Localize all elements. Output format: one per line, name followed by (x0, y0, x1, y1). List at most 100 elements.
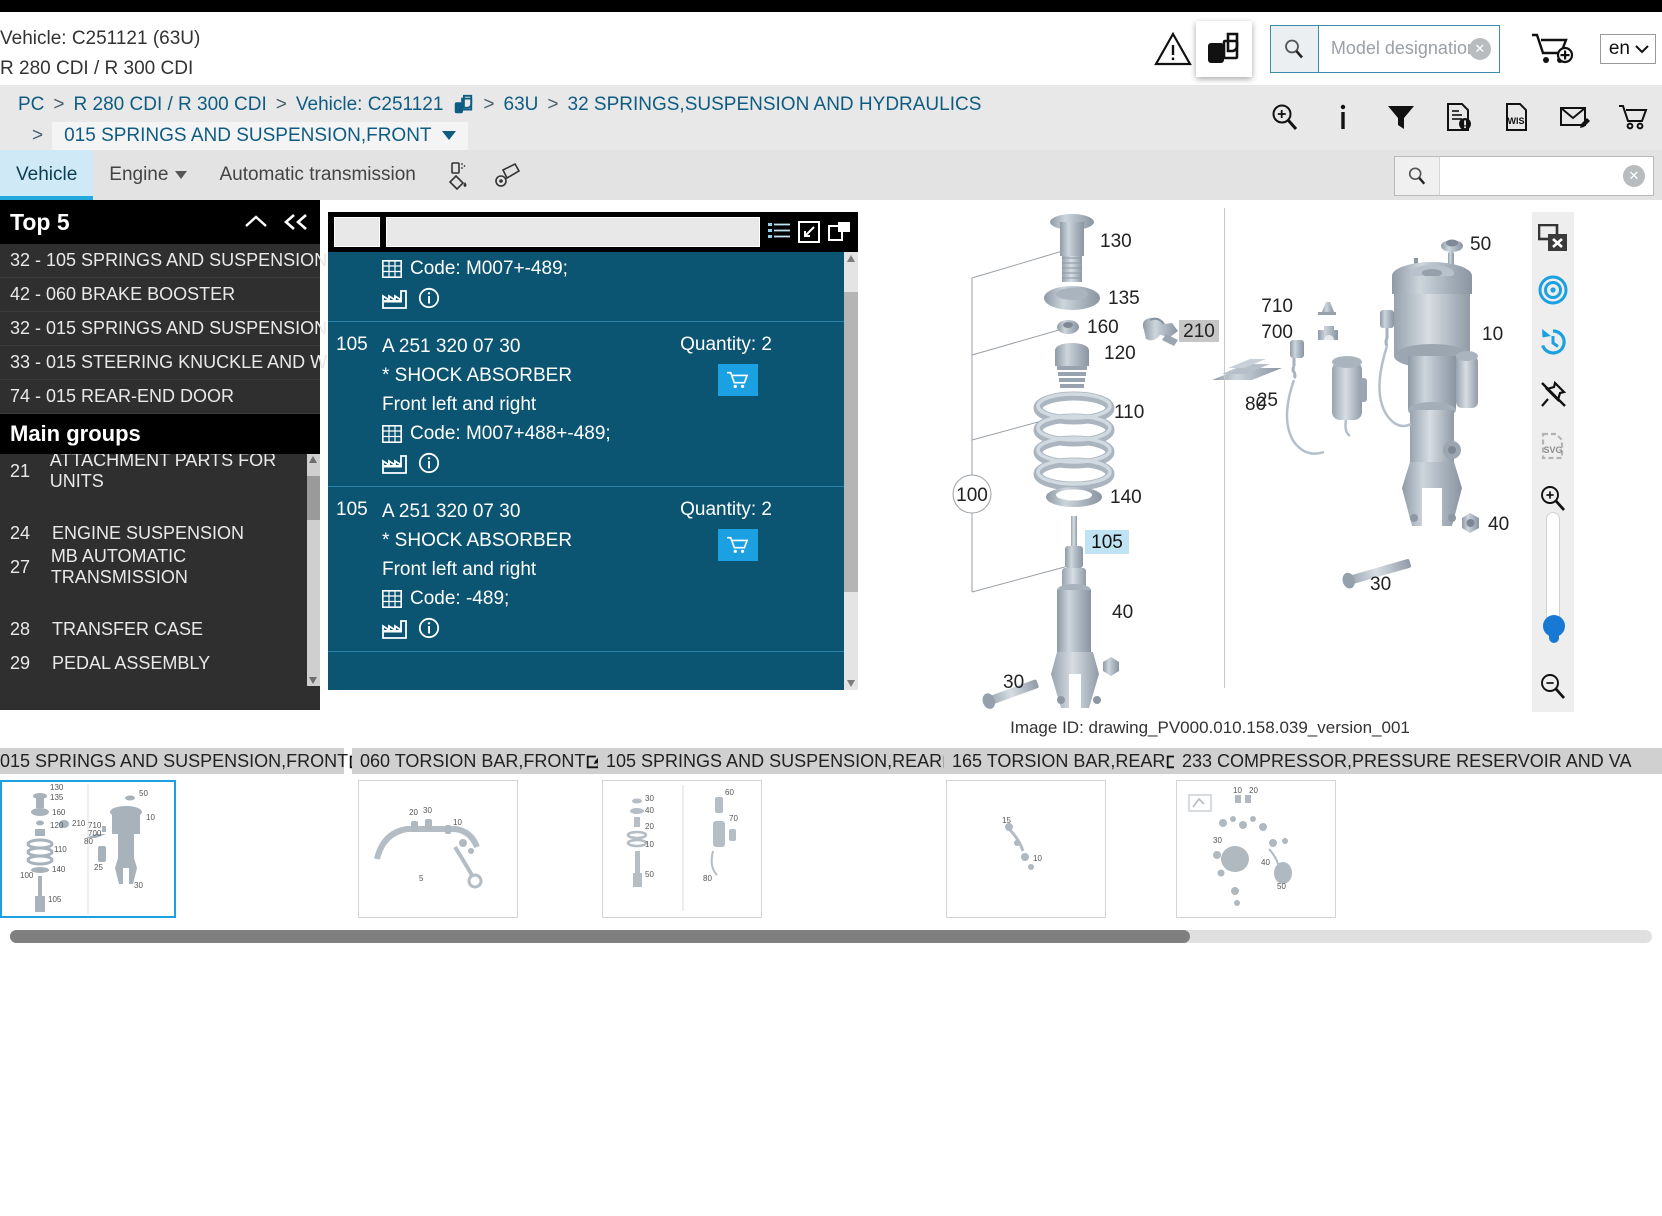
add-to-cart-button[interactable] (718, 529, 758, 561)
cart-add-icon[interactable] (1522, 19, 1582, 79)
sidebar-item-top5-0[interactable]: 32 - 105 SPRINGS AND SUSPENSION,... (0, 244, 347, 278)
factory-icon[interactable] (382, 617, 408, 639)
detach-window-icon[interactable] (828, 221, 852, 243)
zoom-out-icon[interactable] (1532, 660, 1574, 712)
info-icon[interactable] (1326, 97, 1360, 137)
parts-search-box[interactable] (386, 217, 760, 247)
thumbnail-card-2[interactable]: 105 SPRINGS AND SUSPENSION,REAR 30 40 20… (598, 748, 961, 918)
thumbnail-card-4[interactable]: 233 COMPRESSOR,PRESSURE RESERVOIR AND VA (1174, 748, 1662, 918)
thumbnail-image[interactable]: 15 10 (946, 780, 1106, 918)
sidebar-item-group-28[interactable]: 28 TRANSFER CASE (0, 612, 320, 646)
history-undo-icon[interactable] (1532, 316, 1574, 368)
paint-bucket-icon[interactable] (446, 160, 476, 190)
svg-text:110: 110 (1114, 402, 1144, 423)
sidebar-item-top5-3[interactable]: 33 - 015 STEERING KNUCKLE AND WH... (0, 346, 355, 380)
parts-diagram[interactable]: 100 130 135 160 120 110 140 105 40 30 21… (860, 200, 1532, 712)
tab-vehicle[interactable]: Vehicle (0, 150, 94, 200)
scrollbar-thumb[interactable] (307, 476, 320, 520)
list-view-icon[interactable] (768, 222, 790, 242)
group-label: PEDAL ASSEMBLY (52, 652, 211, 673)
sidebar-item-group-29[interactable]: 29 PEDAL ASSEMBLY (0, 646, 320, 680)
thumbnail-image[interactable]: 30 40 20 10 50 60 70 80 (602, 780, 762, 918)
sidebar-item-top5-1[interactable]: 42 - 060 BRAKE BOOSTER (0, 278, 320, 312)
clear-model-search-icon[interactable]: ✕ (1468, 37, 1491, 60)
info-circle-icon[interactable] (418, 617, 440, 639)
scroll-up-arrow-icon[interactable] (309, 456, 317, 463)
scrollbar-thumb[interactable] (10, 930, 1190, 943)
document-alert-icon[interactable] (1442, 97, 1476, 137)
sidebar-item-top5-4[interactable]: 74 - 015 REAR-END DOOR (0, 380, 320, 414)
factory-icon[interactable] (382, 452, 408, 474)
group-number: 28 (10, 618, 31, 639)
chevron-double-left-icon[interactable] (282, 213, 310, 231)
breadcrumb-copy-icon[interactable] (452, 94, 474, 116)
clear-search-icon[interactable]: ✕ (1623, 165, 1645, 187)
breadcrumb-item-4[interactable]: 32 SPRINGS,SUSPENSION AND HYDRAULICS (568, 94, 982, 116)
thumbnail-image[interactable]: 20 30 10 5 (358, 780, 518, 918)
scrollbar-thumb[interactable] (844, 292, 858, 592)
breadcrumb-current-label: 015 SPRINGS AND SUSPENSION,FRONT (64, 124, 432, 146)
thumbnail-image[interactable]: 10 20 30 40 50 (1176, 780, 1336, 918)
filter-icon[interactable] (1384, 97, 1418, 137)
factory-icon[interactable] (382, 287, 408, 309)
sidebar-item-group-21[interactable]: 21 ATTACHMENT PARTS FOR UNITS (0, 454, 320, 491)
part-row-partial[interactable]: Code: M007+-489; (328, 252, 858, 322)
thumbnail-card-3[interactable]: 165 TORSION BAR,REAR 15 10 (944, 748, 1184, 918)
sidebar-scrollbar[interactable] (307, 454, 320, 686)
svg-text:120: 120 (1104, 343, 1136, 364)
svg-text:25: 25 (94, 863, 103, 872)
global-search-input[interactable]: ✕ (1440, 157, 1653, 195)
sidebar-item-group-24[interactable]: 24 ENGINE SUSPENSION (0, 516, 320, 550)
scroll-down-arrow-icon[interactable] (846, 680, 855, 687)
part-row[interactable]: 105 A 251 320 07 30 * SHOCK ABSORBER Fro… (328, 487, 858, 652)
sidebar-item-group-27[interactable]: 27 MB AUTOMATIC TRANSMISSION (0, 546, 320, 587)
diagram-svg[interactable]: 100 130 135 160 120 110 140 105 40 30 21… (860, 200, 1532, 712)
copy-documents-icon[interactable] (1195, 20, 1252, 77)
expand-icon[interactable] (798, 221, 820, 243)
part-row[interactable]: 105 A 251 320 07 30 * SHOCK ABSORBER Fro… (328, 322, 858, 487)
model-designation-search[interactable]: Model designation ✕ (1269, 24, 1500, 73)
language-select[interactable]: en (1599, 33, 1656, 64)
zoom-slider[interactable] (1543, 512, 1565, 643)
unpin-icon[interactable] (1532, 368, 1574, 420)
warning-triangle-icon[interactable] (1150, 26, 1196, 72)
cart-icon[interactable] (1616, 97, 1650, 137)
thumbnail-image[interactable]: 130 135 160 120 110 140 210 100 105 50 1… (0, 780, 176, 918)
thumbnail-card-1[interactable]: 060 TORSION BAR,FRONT 20 30 10 5 (352, 748, 604, 918)
diagram-tools: SVG (1532, 212, 1574, 712)
parts-list-body: Code: M007+-489; 105 A 251 320 07 30 * S… (328, 252, 858, 690)
grid-icon (382, 259, 402, 278)
zoom-slider-handle[interactable] (1543, 615, 1565, 643)
close-window-icon[interactable] (1532, 212, 1574, 264)
svg-export-icon[interactable]: SVG (1532, 420, 1574, 472)
breadcrumb-item-2[interactable]: Vehicle: C251121 (296, 94, 444, 116)
add-to-cart-button[interactable] (718, 364, 758, 396)
drawing-thumbnail-strip: 015 SPRINGS AND SUSPENSION,FRONT 130 135… (0, 748, 1662, 926)
svg-text:105: 105 (1091, 532, 1123, 553)
horizontal-scrollbar[interactable] (10, 930, 1652, 943)
thumbnail-card-0[interactable]: 015 SPRINGS AND SUSPENSION,FRONT 130 135… (0, 748, 367, 918)
info-circle-icon[interactable] (418, 287, 440, 309)
parts-filter-box[interactable] (334, 217, 380, 247)
target-icon[interactable] (1532, 264, 1574, 316)
breadcrumb-item-3[interactable]: 63U (504, 94, 539, 116)
breadcrumb-item-0[interactable]: PC (18, 94, 44, 116)
chevron-up-icon[interactable] (244, 214, 268, 230)
scroll-up-arrow-icon[interactable] (846, 255, 855, 262)
info-circle-icon[interactable] (418, 452, 440, 474)
scroll-down-arrow-icon[interactable] (309, 677, 317, 684)
top5-title: Top 5 (10, 208, 70, 235)
global-search[interactable]: ✕ (1394, 156, 1654, 196)
mail-edit-icon[interactable] (1558, 97, 1592, 137)
tab-engine[interactable]: Engine (93, 150, 203, 200)
tab-automatic-transmission[interactable]: Automatic transmission (203, 150, 431, 200)
paint-spray-icon[interactable] (494, 160, 524, 190)
breadcrumb-current-dropdown[interactable]: 015 SPRINGS AND SUSPENSION,FRONT (52, 121, 468, 151)
breadcrumb-item-1[interactable]: R 280 CDI / R 300 CDI (74, 94, 267, 116)
model-search-input[interactable]: Model designation ✕ (1319, 26, 1499, 72)
tab-vehicle-label: Vehicle (16, 164, 78, 185)
zoom-search-icon[interactable] (1268, 97, 1302, 137)
wis-document-icon[interactable]: WIS (1500, 97, 1534, 137)
parts-scrollbar[interactable] (844, 252, 858, 690)
sidebar-item-top5-2[interactable]: 32 - 015 SPRINGS AND SUSPENSION,... (0, 312, 347, 346)
